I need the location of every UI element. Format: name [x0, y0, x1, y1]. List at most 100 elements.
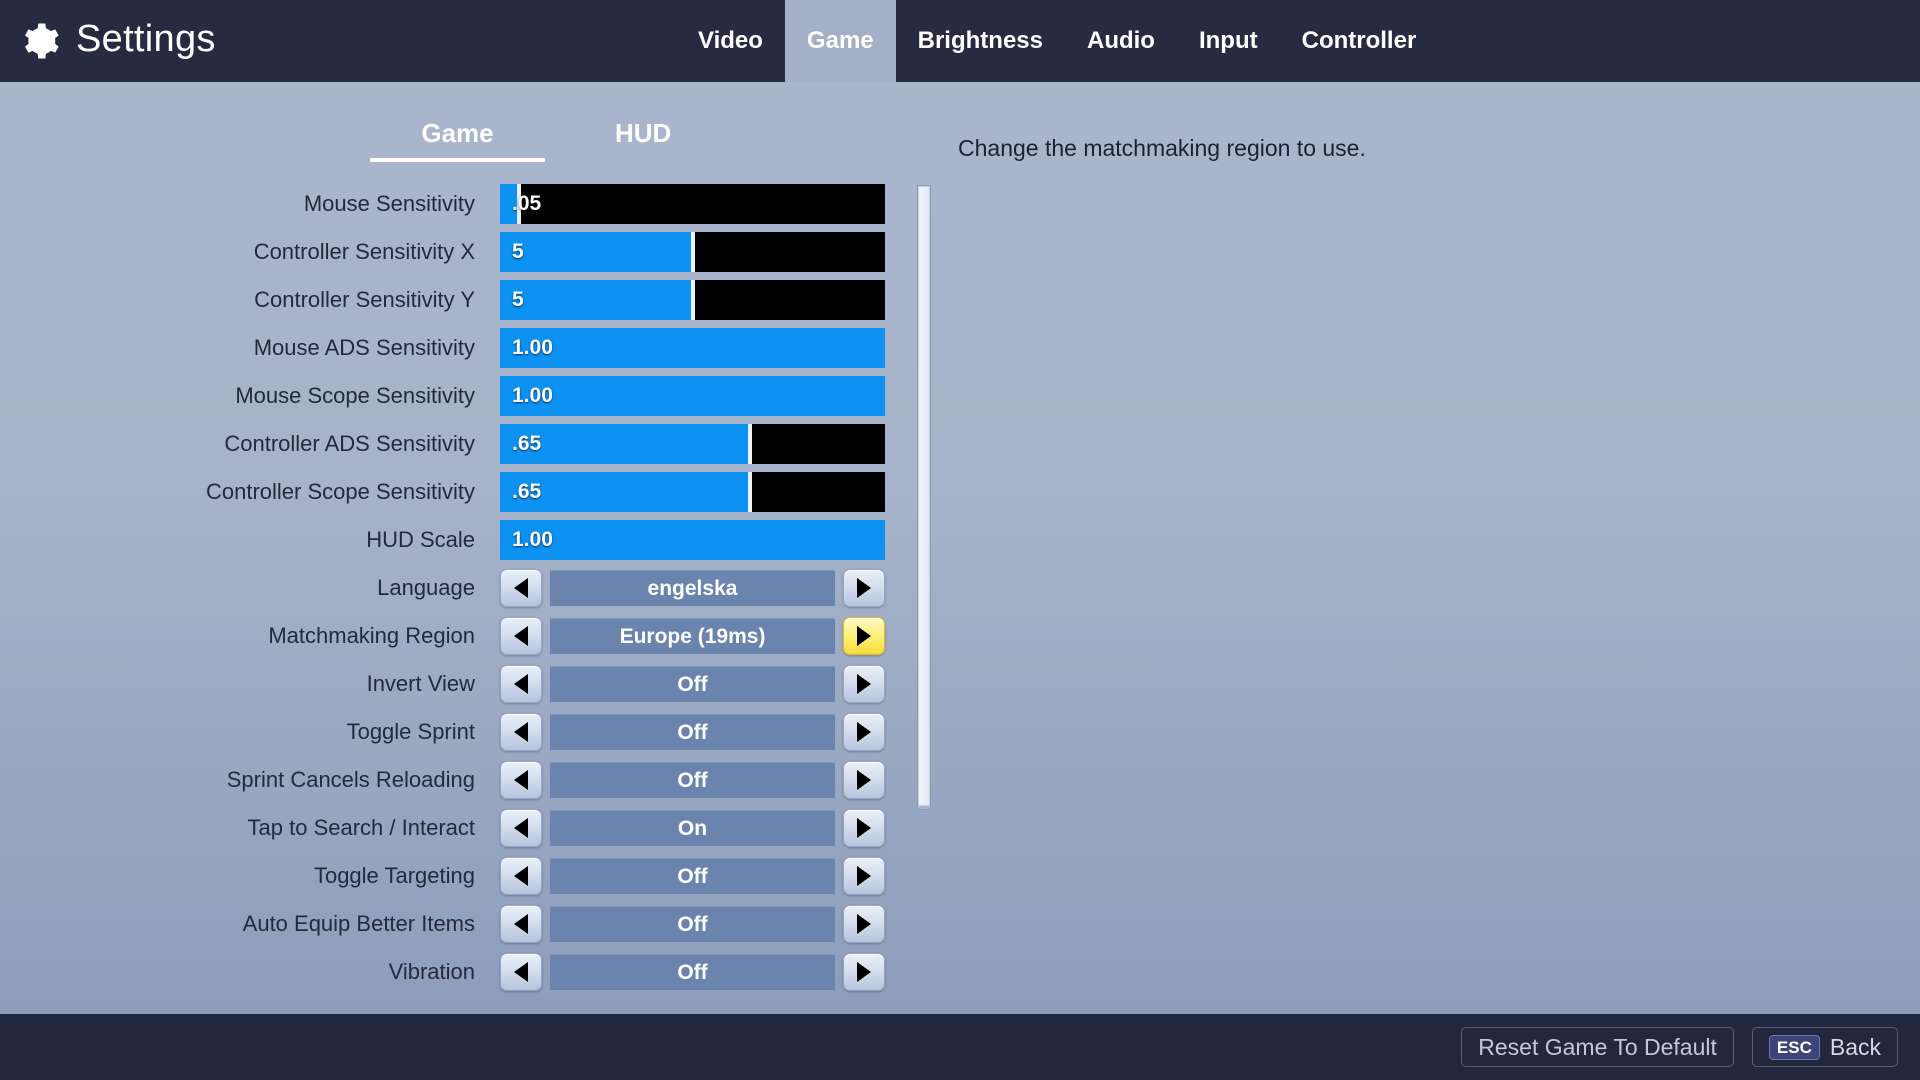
setting-label: Controller Sensitivity Y — [254, 287, 475, 312]
setting-slider[interactable]: 1.00 — [500, 328, 885, 368]
nav-tab-brightness[interactable]: Brightness — [896, 0, 1065, 82]
setting-row: Auto Equip Better Items Off — [0, 900, 930, 948]
spinner-value[interactable]: On — [550, 810, 835, 846]
slider-handle[interactable] — [748, 424, 753, 464]
spinner-next-button[interactable] — [843, 617, 885, 655]
setting-spinner: On — [500, 808, 885, 848]
chevron-left-icon — [514, 914, 528, 934]
slider-fill — [500, 328, 885, 368]
setting-row: Invert View Off — [0, 660, 930, 708]
sub-tab-game[interactable]: Game — [370, 118, 545, 162]
setting-row: Language engelska — [0, 564, 930, 612]
spinner-prev-button[interactable] — [500, 857, 542, 895]
slider-value: .05 — [512, 192, 542, 215]
setting-row: Toggle Sprint Off — [0, 708, 930, 756]
sub-tab-hud[interactable]: HUD — [615, 118, 671, 162]
chevron-left-icon — [514, 818, 528, 838]
chevron-left-icon — [514, 866, 528, 886]
spinner-value[interactable]: Off — [550, 858, 835, 894]
back-button[interactable]: ESC Back — [1751, 1027, 1898, 1067]
slider-fill — [500, 280, 693, 320]
setting-label: Toggle Sprint — [346, 719, 475, 744]
setting-spinner: Europe (19ms) — [500, 616, 885, 656]
main-nav: Video Game Brightness Audio Input Controller — [676, 0, 1438, 82]
setting-row: Tap to Search / Interact On — [0, 804, 930, 852]
slider-value: 1.00 — [512, 336, 553, 359]
slider-value: 1.00 — [512, 384, 553, 407]
spinner-prev-button[interactable] — [500, 953, 542, 991]
setting-slider[interactable]: .65 — [500, 424, 885, 464]
nav-tab-game[interactable]: Game — [784, 0, 896, 82]
setting-description: Change the matchmaking region to use. — [958, 135, 1366, 161]
spinner-prev-button[interactable] — [500, 809, 542, 847]
nav-tab-input[interactable]: Input — [1177, 0, 1280, 82]
setting-row: Controller ADS Sensitivity .65 — [0, 420, 930, 468]
spinner-next-button[interactable] — [843, 857, 885, 895]
spinner-prev-button[interactable] — [500, 761, 542, 799]
settings-list: Mouse Sensitivity .05 Controller Sensitivi… — [0, 180, 930, 996]
chevron-right-icon — [857, 770, 871, 790]
brand: Settings — [18, 0, 216, 82]
setting-label: Controller Scope Sensitivity — [205, 479, 475, 504]
setting-row: Mouse Sensitivity .05 — [0, 180, 930, 228]
slider-value: .65 — [512, 432, 542, 455]
header-bar: Settings Video Game Brightness Audio Input Co… — [0, 0, 1920, 82]
setting-label: Tap to Search / Interact — [247, 815, 475, 840]
reset-game-to-default-button[interactable]: Reset Game To Default — [1461, 1027, 1734, 1067]
reset-button-label: Reset Game To Default — [1478, 1033, 1717, 1060]
spinner-next-button[interactable] — [843, 809, 885, 847]
spinner-next-button[interactable] — [843, 713, 885, 751]
spinner-next-button[interactable] — [843, 953, 885, 991]
setting-label: Toggle Targeting — [313, 863, 475, 888]
spinner-prev-button[interactable] — [500, 713, 542, 751]
back-button-label: Back — [1829, 1033, 1881, 1060]
spinner-value[interactable]: Off — [550, 762, 835, 798]
setting-slider[interactable]: 5 — [500, 232, 885, 272]
nav-tab-controller[interactable]: Controller — [1280, 0, 1439, 82]
spinner-next-button[interactable] — [843, 905, 885, 943]
setting-slider[interactable]: 1.00 — [500, 376, 885, 416]
setting-label: Matchmaking Region — [268, 623, 475, 648]
slider-handle[interactable] — [690, 232, 695, 272]
spinner-value[interactable]: Off — [550, 666, 835, 702]
chevron-right-icon — [857, 962, 871, 982]
slider-handle[interactable] — [748, 472, 753, 512]
slider-handle[interactable] — [690, 280, 695, 320]
setting-row: Controller Scope Sensitivity .65 — [0, 468, 930, 516]
spinner-value[interactable]: Europe (19ms) — [550, 618, 835, 654]
slider-value: .65 — [512, 480, 542, 503]
page-title: Settings — [76, 18, 216, 60]
spinner-value[interactable]: Off — [550, 954, 835, 990]
spinner-next-button[interactable] — [843, 665, 885, 703]
setting-spinner: Off — [500, 904, 885, 944]
chevron-right-icon — [857, 722, 871, 742]
setting-row: HUD Scale 1.00 — [0, 516, 930, 564]
spinner-prev-button[interactable] — [500, 665, 542, 703]
setting-label: HUD Scale — [366, 527, 475, 552]
spinner-value[interactable]: engelska — [550, 570, 835, 606]
scrollbar-thumb[interactable] — [918, 186, 930, 806]
nav-tab-audio[interactable]: Audio — [1065, 0, 1177, 82]
setting-spinner: Off — [500, 952, 885, 992]
spinner-prev-button[interactable] — [500, 617, 542, 655]
setting-label: Mouse ADS Sensitivity — [253, 335, 475, 360]
spinner-prev-button[interactable] — [500, 569, 542, 607]
chevron-left-icon — [514, 578, 528, 598]
setting-row: Vibration Off — [0, 948, 930, 996]
spinner-next-button[interactable] — [843, 569, 885, 607]
setting-slider[interactable]: .05 — [500, 184, 885, 224]
setting-slider[interactable]: .65 — [500, 472, 885, 512]
setting-label: Vibration — [388, 959, 475, 984]
slider-value: 1.00 — [512, 528, 553, 551]
spinner-value[interactable]: Off — [550, 714, 835, 750]
setting-slider[interactable]: 5 — [500, 280, 885, 320]
setting-slider[interactable]: 1.00 — [500, 520, 885, 560]
setting-row: Matchmaking Region Europe (19ms) — [0, 612, 930, 660]
slider-fill — [500, 376, 885, 416]
settings-screen: Settings Video Game Brightness Audio Input Co… — [0, 0, 1920, 1080]
settings-scrollbar[interactable] — [917, 185, 931, 810]
spinner-prev-button[interactable] — [500, 905, 542, 943]
spinner-value[interactable]: Off — [550, 906, 835, 942]
nav-tab-video[interactable]: Video — [676, 0, 785, 82]
spinner-next-button[interactable] — [843, 761, 885, 799]
